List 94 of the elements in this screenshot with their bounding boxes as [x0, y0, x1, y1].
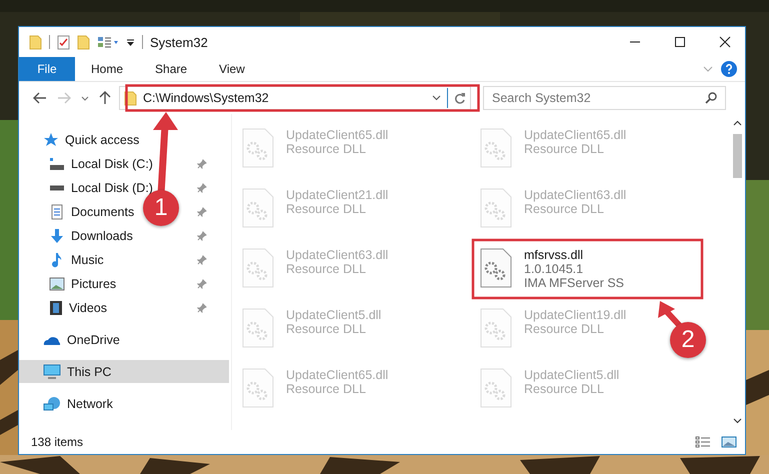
- pin-icon: [197, 230, 207, 240]
- nav-label: Local Disk (C:): [71, 156, 153, 170]
- nav-item[interactable]: This PC: [19, 360, 229, 383]
- search-field[interactable]: Search System32: [483, 86, 726, 110]
- monitor-icon: [43, 364, 61, 380]
- nav-item[interactable]: Videos: [19, 296, 111, 319]
- film-icon: [49, 300, 63, 316]
- nav-label: Quick access: [65, 132, 140, 146]
- file-name: UpdateClient65.dll: [286, 128, 388, 142]
- customize-icon[interactable]: [126, 38, 135, 46]
- download-icon: [49, 228, 65, 244]
- pin-icon: [197, 158, 207, 168]
- file-name: UpdateClient63.dll: [524, 188, 626, 202]
- scrollbar-thumb[interactable]: [732, 134, 742, 178]
- ribbon-tab[interactable]: Home: [75, 57, 140, 81]
- file-name: UpdateClient19.dll: [524, 308, 626, 322]
- file-detail: Resource DLL: [286, 202, 367, 216]
- nav-item[interactable]: Network: [19, 392, 229, 415]
- drive-icon: [49, 156, 65, 170]
- chevron-down-icon[interactable]: [81, 96, 89, 100]
- star-icon: [43, 132, 59, 148]
- file-detail: Resource DLL: [524, 142, 605, 156]
- close-icon[interactable]: [719, 36, 731, 48]
- settings-file-icon: [242, 368, 274, 408]
- nav-label: Downloads: [71, 228, 133, 242]
- document-icon: [49, 204, 65, 220]
- properties-icon[interactable]: [57, 34, 70, 50]
- file-detail: Resource DLL: [524, 202, 605, 216]
- file-detail: Resource DLL: [286, 382, 367, 396]
- chevron-down-icon[interactable]: [432, 95, 441, 101]
- search-icon: [705, 92, 717, 104]
- maximize-icon[interactable]: [674, 36, 686, 48]
- settings-file-icon: [480, 368, 512, 408]
- large-icons-view-icon[interactable]: [721, 436, 737, 448]
- settings-file-icon: [242, 308, 274, 348]
- item-count: 138 items: [31, 435, 84, 449]
- arrow: [658, 301, 682, 328]
- settings-file-icon: [242, 248, 274, 288]
- file-detail: Resource DLL: [286, 142, 367, 156]
- drive-icon: [49, 184, 65, 190]
- pin-icon: [197, 302, 207, 312]
- file-name: UpdateClient21.dll: [286, 188, 388, 202]
- pin-icon: [197, 206, 207, 216]
- settings-file-icon: [480, 308, 512, 348]
- nav-item[interactable]: OneDrive: [19, 328, 229, 351]
- pin-icon: [197, 278, 207, 288]
- refresh-icon[interactable]: [454, 92, 466, 104]
- file-detail: Resource DLL: [286, 262, 367, 276]
- settings-file-icon: [242, 128, 274, 168]
- window-title: System32: [150, 34, 208, 50]
- address-path: C:\Windows\System32: [143, 91, 270, 105]
- settings-file-icon: [480, 248, 512, 288]
- file-name: UpdateClient63.dll: [286, 248, 388, 262]
- nav-label: This PC: [67, 364, 112, 378]
- nav-item[interactable]: Local Disk (C:): [19, 152, 157, 175]
- file-detail: 1.0.1045.1: [524, 262, 584, 276]
- nav-item[interactable]: Downloads: [19, 224, 137, 247]
- view-options-icon[interactable]: [97, 36, 119, 48]
- settings-file-icon: [480, 128, 512, 168]
- nav-label: OneDrive: [67, 332, 120, 346]
- nav-label: Documents: [71, 204, 134, 218]
- nav-item[interactable]: Music: [19, 248, 108, 271]
- picture-icon: [49, 276, 65, 290]
- scroll-up-icon[interactable]: [732, 120, 742, 126]
- help-icon[interactable]: [721, 61, 737, 77]
- file-name: UpdateClient65.dll: [524, 128, 626, 142]
- file-detail: Resource DLL: [524, 382, 605, 396]
- nav-item[interactable]: Documents: [19, 200, 138, 223]
- file-name: mfsrvss.dll: [524, 248, 584, 262]
- address-field[interactable]: C:\Windows\System32: [119, 86, 471, 110]
- pin-icon: [197, 182, 207, 192]
- scroll-down-icon[interactable]: [732, 418, 742, 424]
- nav-item[interactable]: Quick access: [19, 128, 229, 151]
- settings-file-icon: [242, 188, 274, 228]
- nav-label: Music: [71, 252, 104, 266]
- ribbon-tab[interactable]: Share: [139, 57, 204, 81]
- file-detail: Resource DLL: [524, 322, 605, 336]
- pin-icon: [197, 254, 207, 264]
- file-detail: Resource DLL: [286, 322, 367, 336]
- file-detail: IMA MFServer SS: [524, 276, 624, 290]
- file-tile[interactable]: mfsrvss.dll 1.0.1045.1 IMA MFServer SS: [478, 244, 624, 290]
- details-view-icon[interactable]: [695, 436, 711, 448]
- nav-item[interactable]: Pictures: [19, 272, 120, 295]
- file-name: UpdateClient5.dll: [286, 308, 382, 322]
- ribbon-tab[interactable]: View: [203, 57, 261, 81]
- network-icon: [43, 396, 61, 412]
- file-name: UpdateClient5.dll: [524, 368, 620, 382]
- file-name: UpdateClient65.dll: [286, 368, 388, 382]
- nav-label: Pictures: [71, 276, 116, 290]
- nav-label: Network: [67, 396, 113, 410]
- up-icon[interactable]: [99, 91, 111, 105]
- settings-file-icon: [480, 188, 512, 228]
- back-icon[interactable]: [33, 92, 47, 104]
- nav-label: Videos: [69, 300, 107, 314]
